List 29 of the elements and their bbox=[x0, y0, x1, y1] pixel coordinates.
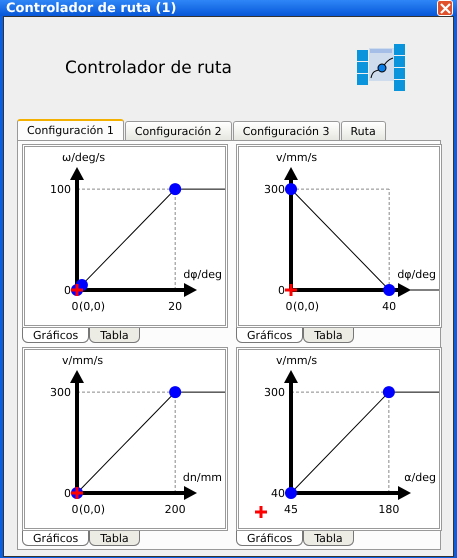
origin-label: (0,0) bbox=[79, 503, 106, 516]
axis-label: v/mm/s bbox=[276, 151, 318, 164]
window-title: Controlador de ruta (1) bbox=[6, 0, 176, 16]
tick-label: 45 bbox=[284, 503, 298, 516]
tick-label: 100 bbox=[50, 183, 71, 196]
tick-label: 300 bbox=[50, 386, 71, 400]
axis-label: dn/mm bbox=[182, 471, 222, 484]
tick-label: 300 bbox=[264, 183, 285, 196]
axis-label: ω/deg/s bbox=[62, 151, 106, 164]
tick-label: 40 bbox=[271, 487, 285, 500]
tick-label: 0 bbox=[72, 503, 78, 516]
origin-label: (0,0) bbox=[293, 300, 320, 313]
tick-label: 0 bbox=[64, 487, 71, 500]
tick-label: 20 bbox=[168, 300, 182, 313]
tick-label: 200 bbox=[164, 503, 186, 516]
axis-label: v/mm/s bbox=[62, 354, 104, 367]
tick-label: 300 bbox=[264, 386, 285, 400]
axis-label: dφ/deg bbox=[397, 268, 436, 281]
header-title: Controlador de ruta bbox=[65, 58, 232, 78]
tick-label: 0 bbox=[72, 300, 78, 313]
axis-label: α/deg bbox=[404, 471, 436, 484]
origin-label: (0,0) bbox=[79, 300, 106, 313]
tick-label: 0 bbox=[64, 284, 71, 297]
tick-label: 180 bbox=[378, 503, 400, 516]
tick-label: 0 bbox=[278, 284, 285, 297]
axis-label: v/mm/s bbox=[276, 354, 318, 367]
tick-label: 0 bbox=[286, 300, 292, 313]
axis-label: dφ/deg bbox=[183, 268, 222, 281]
tick-label: 40 bbox=[382, 300, 396, 313]
